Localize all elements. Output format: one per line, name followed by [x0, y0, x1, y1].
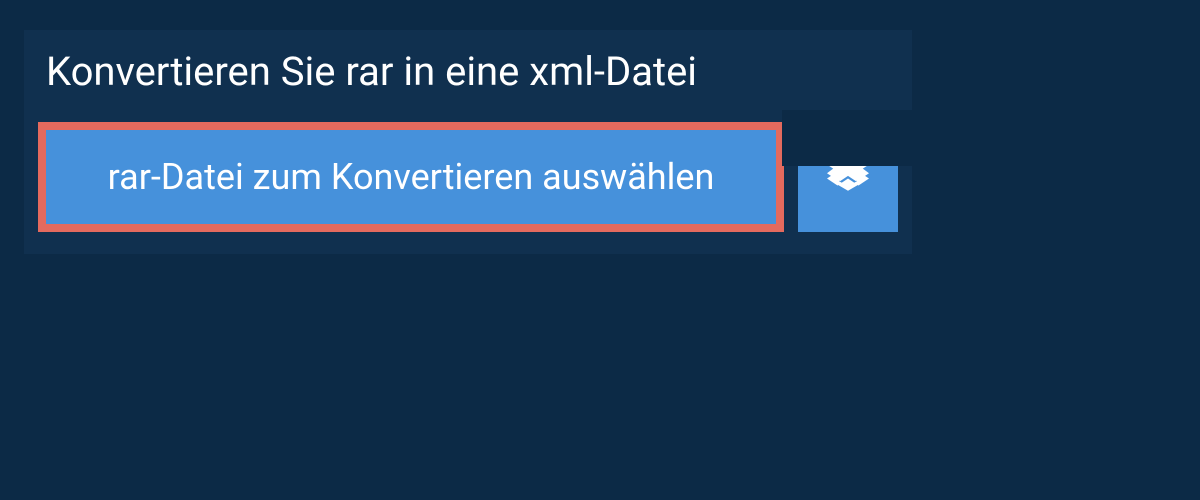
title-wrap: Konvertieren Sie rar in eine xml-Datei	[24, 30, 912, 98]
page-title: Konvertieren Sie rar in eine xml-Datei	[46, 48, 737, 96]
select-file-label: rar-Datei zum Konvertieren auswählen	[108, 156, 715, 198]
title-cutout	[782, 110, 912, 166]
converter-panel: Konvertieren Sie rar in eine xml-Datei r…	[24, 30, 912, 254]
select-file-button[interactable]: rar-Datei zum Konvertieren auswählen	[38, 122, 784, 232]
button-row: rar-Datei zum Konvertieren auswählen	[24, 98, 912, 254]
